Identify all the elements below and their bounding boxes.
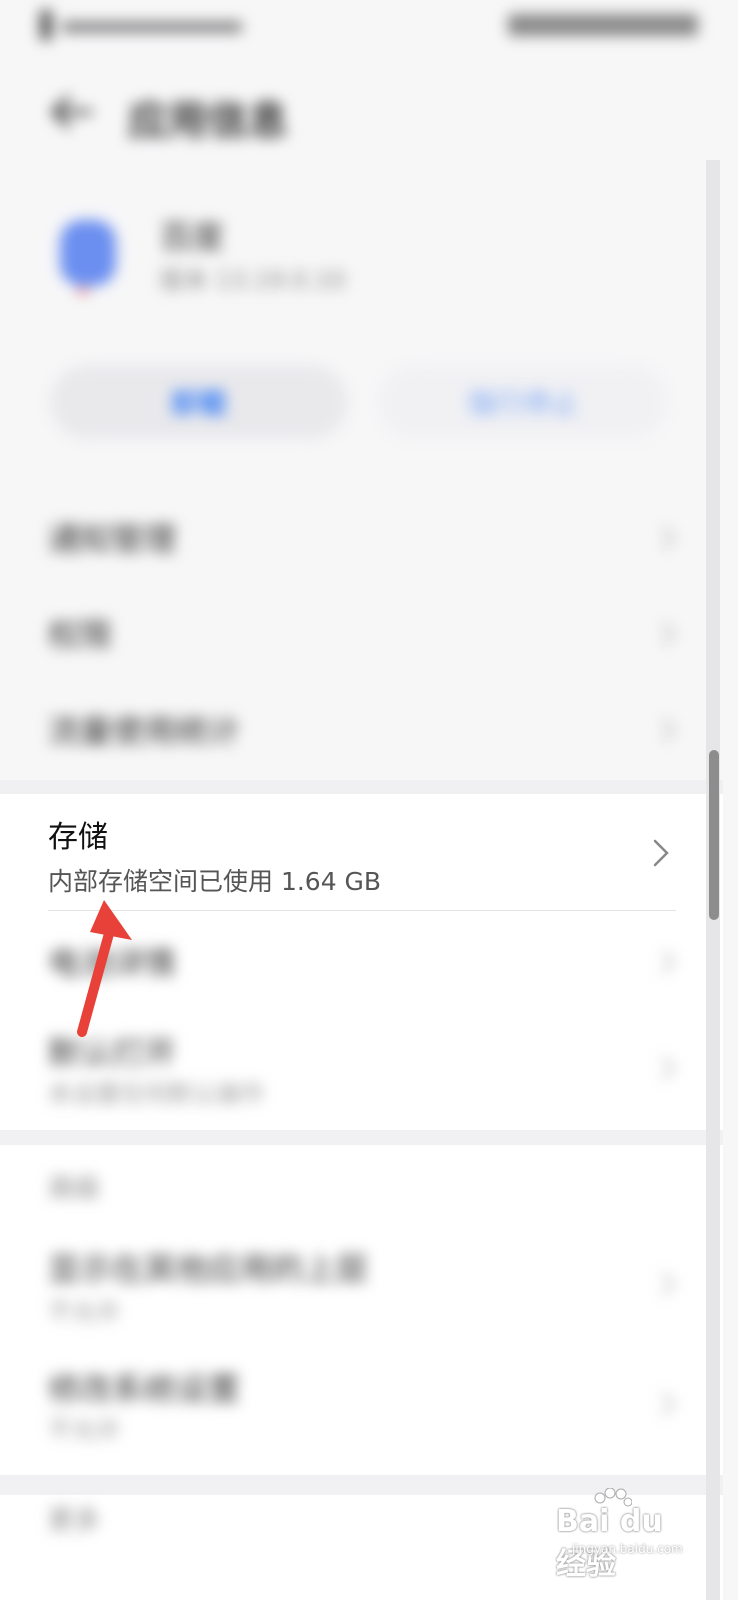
section-divider bbox=[0, 780, 723, 794]
app-version: 版本 13.19.0.10 bbox=[160, 266, 346, 294]
app-icon bbox=[60, 220, 116, 286]
uninstall-label: 卸载 bbox=[170, 387, 227, 420]
list-item-sub: 不允许 bbox=[48, 1298, 120, 1326]
list-item-label: 修改系统设置 bbox=[48, 1370, 241, 1408]
section-header-more: 更多 bbox=[48, 1506, 101, 1536]
chevron-right-icon bbox=[661, 949, 676, 975]
chevron-right-icon bbox=[661, 621, 676, 647]
app-icon-badge bbox=[78, 288, 88, 294]
back-arrow-icon[interactable] bbox=[46, 92, 94, 132]
force-stop-button[interactable]: 强行停止 bbox=[378, 365, 668, 439]
status-icons bbox=[508, 14, 698, 36]
chevron-right-icon bbox=[661, 1055, 676, 1081]
watermark-url: jingyan.baidu.com bbox=[572, 1542, 683, 1556]
app-header: 应用信息 bbox=[0, 70, 738, 160]
app-name: 百度 bbox=[160, 218, 225, 256]
row-divider bbox=[48, 910, 676, 911]
chevron-right-icon bbox=[661, 717, 676, 743]
app-info: 百度 版本 13.19.0.10 bbox=[0, 200, 738, 310]
red-arrow-icon bbox=[77, 900, 132, 1037]
list-item-permissions[interactable]: 权限 bbox=[0, 586, 738, 682]
status-bar bbox=[0, 0, 738, 60]
signal-icon bbox=[40, 10, 250, 40]
list-item-label: 显示在其他应用的上层 bbox=[48, 1250, 369, 1288]
chevron-right-icon bbox=[661, 525, 676, 551]
chevron-right-icon bbox=[653, 839, 669, 867]
section-divider bbox=[0, 1130, 723, 1145]
list-item-label: 权限 bbox=[48, 616, 113, 654]
list-item-sub: 不允许 bbox=[48, 1416, 120, 1444]
storage-title: 存储 bbox=[48, 820, 108, 855]
chevron-right-icon bbox=[661, 1271, 676, 1297]
list-item-notifications[interactable]: 通知管理 bbox=[0, 490, 738, 586]
list-item-label: 通知管理 bbox=[48, 520, 177, 558]
page-title: 应用信息 bbox=[128, 98, 288, 144]
scrollbar-thumb[interactable] bbox=[709, 750, 719, 920]
list-item-modify-system-settings[interactable]: 修改系统设置 不允许 bbox=[0, 1350, 738, 1460]
section-header-advanced: 高级 bbox=[48, 1174, 101, 1204]
baidu-watermark: Bai du 经验 jingyan.baidu.com bbox=[552, 1488, 702, 1582]
uninstall-button[interactable]: 卸载 bbox=[50, 365, 348, 439]
force-stop-label: 强行停止 bbox=[466, 387, 579, 420]
list-item-data-usage[interactable]: 流量使用统计 bbox=[0, 682, 738, 778]
chevron-right-icon bbox=[661, 1391, 676, 1417]
list-item-sub: 未设置任何默认操作 bbox=[48, 1080, 264, 1108]
list-item-label: 流量使用统计 bbox=[48, 712, 241, 750]
list-item-display-over-apps[interactable]: 显示在其他应用的上层 不允许 bbox=[0, 1230, 738, 1340]
